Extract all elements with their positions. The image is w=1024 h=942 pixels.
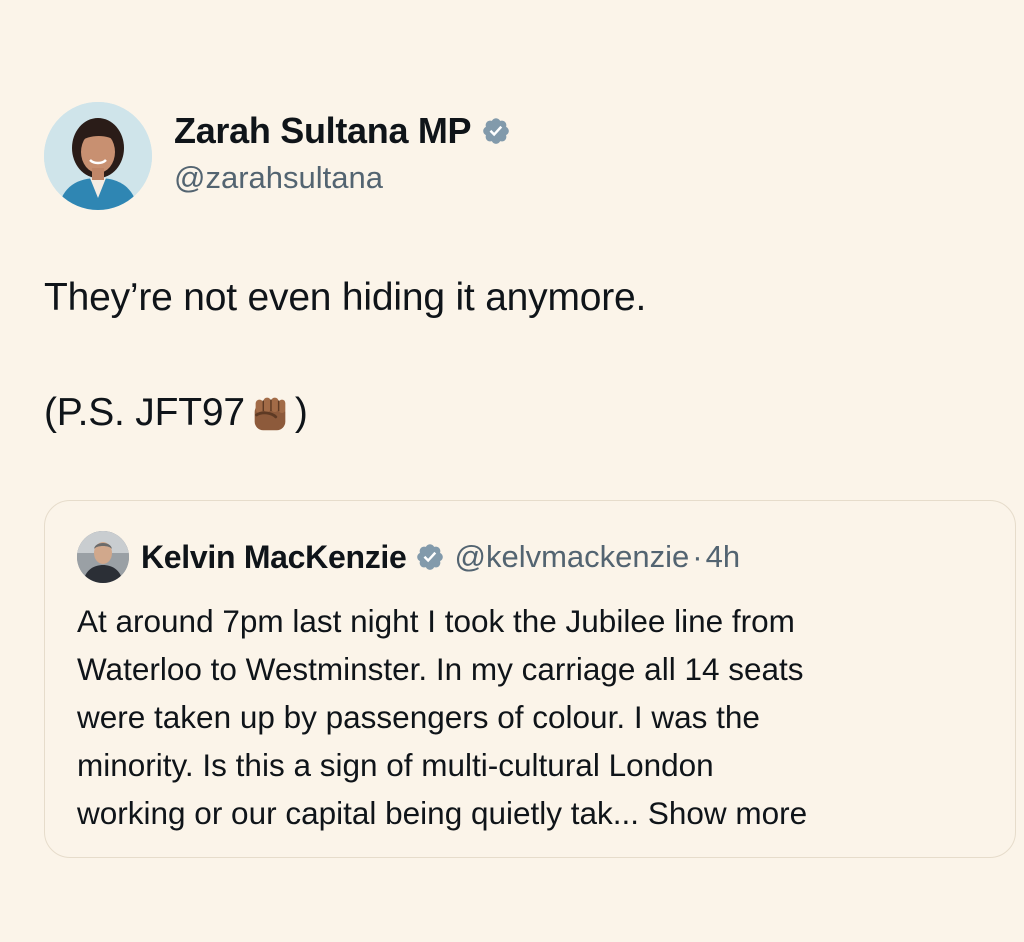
author-name[interactable]: Zarah Sultana MP <box>174 110 472 152</box>
quoted-author-name[interactable]: Kelvin MacKenzie <box>141 539 407 576</box>
verified-badge-icon <box>416 544 443 570</box>
quoted-text-line: minority. Is this a sign of multi-cultur… <box>77 747 714 783</box>
quoted-author-avatar[interactable] <box>77 531 129 583</box>
verified-badge-icon <box>483 118 510 144</box>
quoted-text-line: At around 7pm last night I took the Jubi… <box>77 603 795 639</box>
quoted-tweet-header: Kelvin MacKenzie @kelvmackenzie · 4h <box>77 531 740 583</box>
show-more-link[interactable]: Show more <box>648 795 807 831</box>
quoted-tweet-card[interactable]: Kelvin MacKenzie @kelvmackenzie · 4h At … <box>44 500 1016 858</box>
quoted-text-line: were taken up by passengers of colour. I… <box>77 699 760 735</box>
quoted-tweet-text: At around 7pm last night I took the Jubi… <box>77 597 997 837</box>
timestamp-separator: · <box>692 539 703 574</box>
tweet-ps-suffix: ) <box>294 391 308 434</box>
tweet-ps-prefix: (P.S. JFT97 <box>44 391 245 434</box>
author-handle[interactable]: @zarahsultana <box>174 160 383 196</box>
raised-fist-icon <box>254 397 286 431</box>
author-avatar[interactable] <box>44 102 152 210</box>
quoted-text-line-truncated: working or our capital being quietly tak… <box>77 795 648 831</box>
quoted-text-last-line: working or our capital being quietly tak… <box>77 789 997 837</box>
quoted-text-line: Waterloo to Westminster. In my carriage … <box>77 651 804 687</box>
tweet-text-line: They’re not even hiding it anymore. <box>44 276 647 319</box>
tweet-text-line-ps: (P.S. JFT97 ) <box>44 390 308 436</box>
author-name-row: Zarah Sultana MP <box>174 110 511 152</box>
quoted-author-handle[interactable]: @kelvmackenzie <box>455 539 690 575</box>
quoted-tweet-timestamp[interactable]: 4h <box>706 539 740 575</box>
